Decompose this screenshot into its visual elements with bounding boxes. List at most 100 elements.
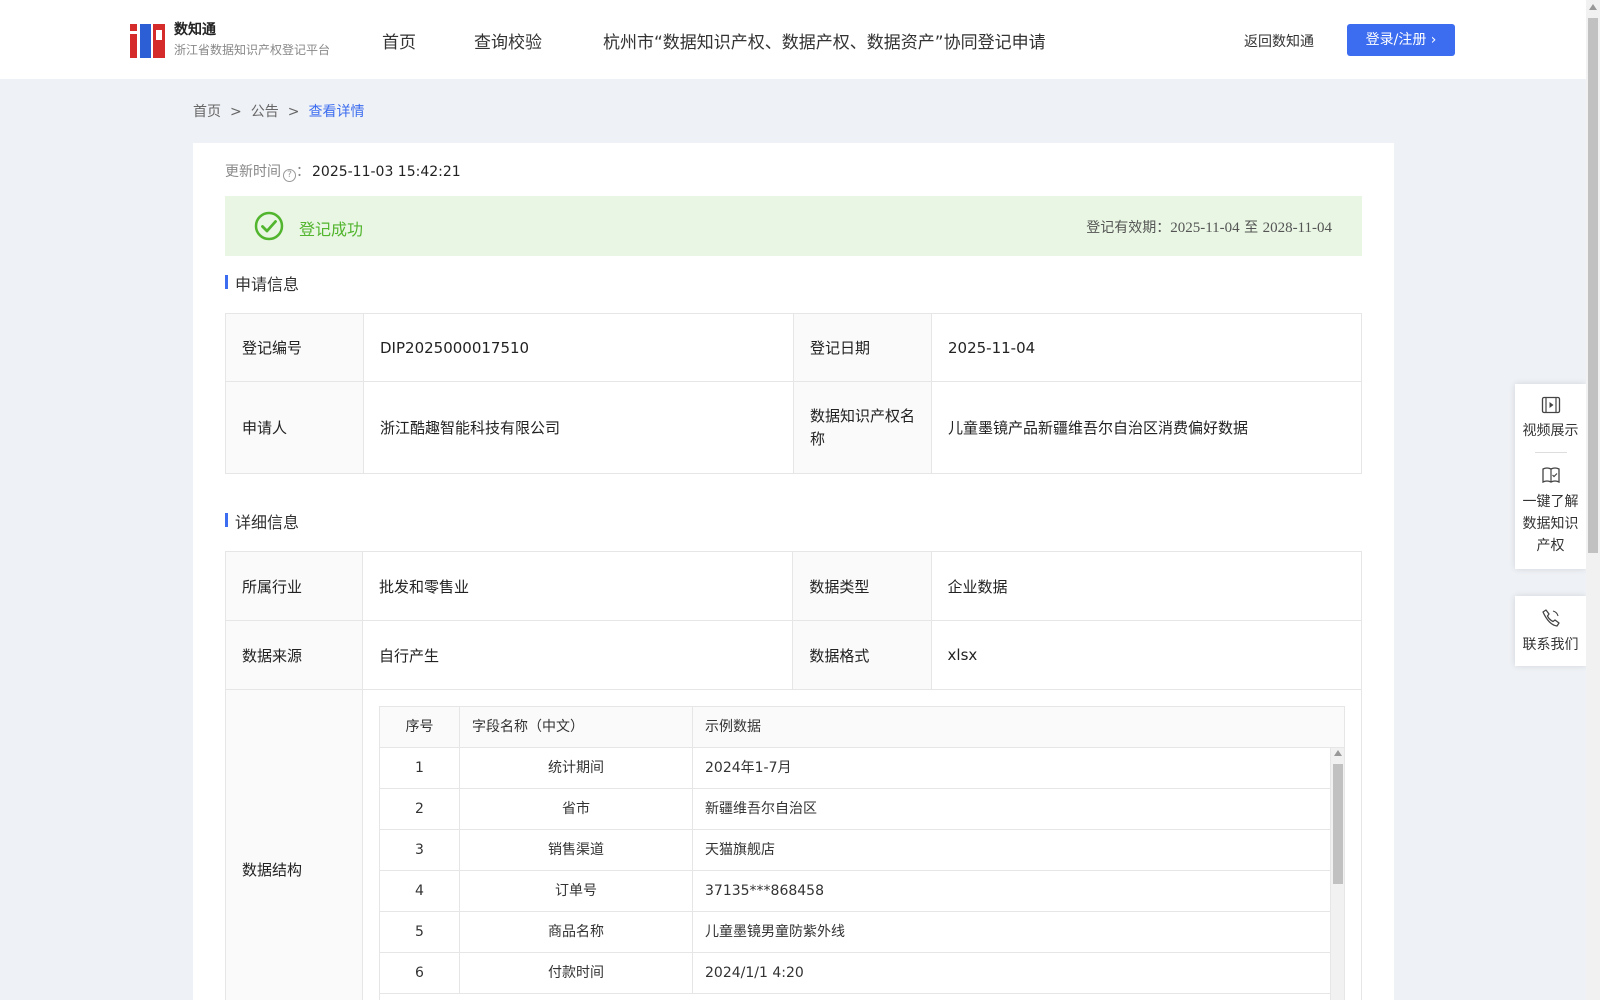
data-structure-cell: 序号 字段名称（中文） 示例数据 1 统计期间 2024年1-7月 2 省市 新… (362, 689, 1362, 1000)
breadcrumb-separator: > (230, 104, 242, 120)
structure-row: 3 销售渠道 天猫旗舰店 (380, 830, 1332, 871)
phone-icon (1541, 609, 1560, 627)
update-time-label: 更新时间 (225, 164, 281, 180)
details-info-table: 所属行业 批发和零售业 数据类型 企业数据 数据来源 自行产生 数据格式 xls… (225, 551, 1363, 1000)
table-key: 数据来源 (225, 620, 363, 690)
status-text: 登记成功 (299, 220, 364, 239)
table-row: 数据结构 序号 字段名称（中文） 示例数据 1 统计期间 2024年1-7月 2 (225, 689, 1362, 1000)
update-time-row: 更新时间?： 2025-11-03 15:42:21 (225, 161, 461, 182)
contact-panel: 联系我们 (1515, 596, 1586, 666)
table-scrollbar[interactable] (1330, 748, 1344, 1000)
breadcrumb: 首页 > 公告 > 查看详情 (193, 101, 364, 121)
table-value: 2025-11-04 (931, 313, 1362, 382)
learn-ip-button[interactable]: 一键了解 数据知识 产权 (1515, 453, 1586, 569)
column-header: 序号 (380, 707, 460, 747)
page-scrollbar[interactable] (1586, 0, 1600, 1000)
question-icon[interactable]: ? (283, 169, 296, 182)
structure-header-row: 序号 字段名称（中文） 示例数据 (380, 707, 1344, 748)
table-key: 登记编号 (225, 313, 364, 382)
row-number: 2 (380, 789, 460, 829)
field-name: 付款时间 (460, 953, 693, 993)
site-logo[interactable]: 数知通 浙江省数据知识产权登记平台 (130, 20, 330, 60)
scrollbar-thumb[interactable] (1333, 764, 1343, 884)
nav-query-verify[interactable]: 查询校验 (474, 28, 542, 53)
breadcrumb-home[interactable]: 首页 (193, 104, 221, 120)
table-row: 申请人 浙江酷趣智能科技有限公司 数据知识产权名称 儿童墨镜产品新疆维吾尔自治区… (225, 381, 1362, 474)
nav-home[interactable]: 首页 (382, 28, 416, 53)
video-label: 视频展示 (1522, 423, 1579, 439)
sample-data: 天猫旗舰店 (705, 842, 775, 858)
structure-row: 1 统计期间 2024年1-7月 (380, 748, 1332, 789)
table-row: 数据来源 自行产生 数据格式 xlsx (225, 620, 1363, 690)
structure-row: 4 订单号 37135***868458 (380, 871, 1332, 912)
sample-data: 37135***868458 (705, 883, 824, 899)
sample-data: 2024/1/1 4:20 (705, 965, 804, 981)
field-name: 销售渠道 (460, 830, 693, 870)
table-value: 儿童墨镜产品新疆维吾尔自治区消费偏好数据 (931, 381, 1362, 474)
validity-start: 2025-11-04 (1170, 220, 1240, 236)
row-number: 5 (380, 912, 460, 952)
table-key: 所属行业 (225, 551, 363, 621)
table-row: 登记编号 DIP2025000017510 登记日期 2025-11-04 (225, 313, 1362, 382)
learn-label-line3: 产权 (1536, 538, 1565, 554)
details-section-title: 详细信息 (225, 509, 299, 533)
structure-row: 6 付款时间 2024/1/1 4:20 (380, 953, 1332, 994)
table-value: 自行产生 (361, 620, 794, 690)
video-showcase-button[interactable]: 视频展示 (1515, 384, 1586, 452)
table-key: 登记日期 (793, 313, 932, 382)
logo-subtitle: 浙江省数据知识产权登记平台 (174, 43, 331, 57)
logo-title: 数知通 (174, 22, 216, 38)
table-key: 数据知识产权名称 (793, 381, 932, 474)
video-icon (1541, 396, 1560, 414)
row-number: 6 (380, 953, 460, 993)
structure-row: 2 省市 新疆维吾尔自治区 (380, 789, 1332, 830)
table-value: DIP2025000017510 (363, 313, 794, 382)
book-icon (1541, 467, 1560, 484)
back-to-home-link[interactable]: 返回数知通 (1244, 31, 1314, 51)
logo-icon (130, 20, 166, 60)
application-section-title: 申请信息 (225, 271, 299, 295)
sample-data: 2024年1-7月 (705, 760, 792, 776)
sample-data: 新疆维吾尔自治区 (705, 801, 817, 817)
top-header: 数知通 浙江省数据知识产权登记平台 首页 查询校验 杭州市“数据知识产权、数据产… (0, 0, 1586, 79)
scrollbar-thumb[interactable] (1588, 18, 1598, 553)
field-name: 商品名称 (460, 912, 693, 952)
nav-hangzhou-registration[interactable]: 杭州市“数据知识产权、数据产权、数据资产”协同登记申请 (603, 28, 1046, 53)
row-number: 1 (380, 748, 460, 788)
table-key: 申请人 (225, 381, 364, 474)
detail-card: 更新时间?： 2025-11-03 15:42:21 登记成功 登记有效期：202… (193, 143, 1394, 1000)
table-value: xlsx (930, 620, 1363, 690)
scroll-up-icon[interactable] (1589, 4, 1597, 10)
learn-label-line2: 数据知识 (1522, 516, 1579, 532)
column-header: 字段名称（中文） (460, 707, 693, 747)
breadcrumb-notice[interactable]: 公告 (251, 104, 279, 120)
field-name: 订单号 (460, 871, 693, 911)
table-value: 企业数据 (930, 551, 1363, 621)
data-structure-table[interactable]: 序号 字段名称（中文） 示例数据 1 统计期间 2024年1-7月 2 省市 新… (379, 706, 1345, 1000)
table-key: 数据结构 (225, 689, 363, 1000)
application-info-table: 登记编号 DIP2025000017510 登记日期 2025-11-04 申请… (225, 313, 1362, 474)
sample-data: 儿童墨镜男童防紫外线 (705, 924, 845, 940)
validity-end: 2028-11-04 (1262, 220, 1332, 236)
breadcrumb-separator: > (287, 104, 300, 120)
contact-us-button[interactable]: 联系我们 (1515, 596, 1586, 666)
side-help-panel: 视频展示 一键了解 数据知识 产权 (1515, 384, 1586, 569)
table-row: 所属行业 批发和零售业 数据类型 企业数据 (225, 551, 1363, 621)
validity-label: 登记有效期： (1086, 220, 1171, 236)
check-circle-icon (254, 211, 284, 241)
validity-period: 登记有效期：2025-11-04 至 2028-11-04 (1086, 217, 1332, 237)
validity-to: 至 (1244, 220, 1259, 236)
field-name: 省市 (460, 789, 693, 829)
status-banner: 登记成功 登记有效期：2025-11-04 至 2028-11-04 (225, 196, 1362, 256)
contact-label: 联系我们 (1522, 637, 1579, 653)
table-value: 批发和零售业 (361, 551, 794, 621)
scroll-up-icon[interactable] (1334, 750, 1342, 756)
login-button-label: 登录/注册 (1365, 32, 1427, 48)
update-colon: ： (296, 164, 310, 180)
login-register-button[interactable]: 登录/注册 › (1347, 24, 1455, 56)
row-number: 3 (380, 830, 460, 870)
update-time-value: 2025-11-03 15:42:21 (312, 164, 461, 180)
table-key: 数据格式 (792, 620, 932, 690)
chevron-right-icon: › (1430, 32, 1437, 48)
learn-label-line1: 一键了解 (1522, 494, 1579, 510)
